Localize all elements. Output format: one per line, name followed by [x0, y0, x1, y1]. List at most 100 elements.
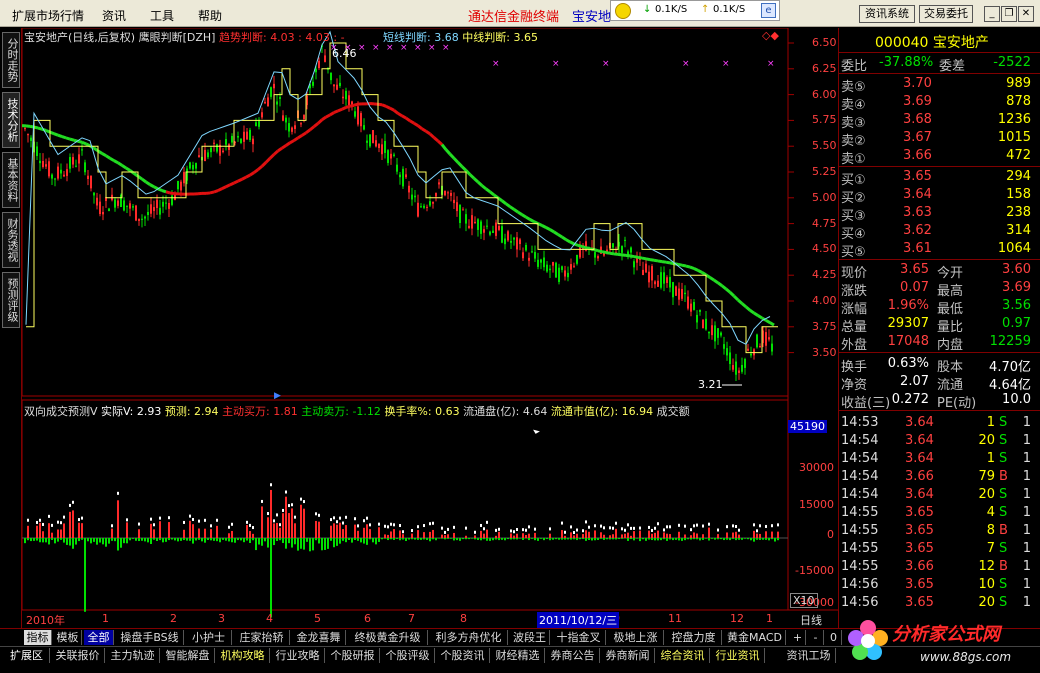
quote-label: 外盘: [841, 338, 868, 353]
indicator-tab[interactable]: 全部: [84, 630, 114, 645]
tab-fundamentals[interactable]: 基本资料: [2, 152, 20, 208]
info-tab[interactable]: 券商新闻: [601, 648, 655, 663]
moving-average-line: [113, 159, 119, 165]
candle-body: [324, 55, 326, 62]
candle-body: [123, 200, 125, 211]
info-tab[interactable]: 行业资讯: [711, 648, 765, 663]
bid-volume: 314: [1006, 223, 1031, 238]
tick-price: 3.65: [905, 541, 934, 556]
volume-bar-down: [318, 538, 320, 544]
indicator-tab[interactable]: 0: [826, 630, 842, 645]
indicator-tab[interactable]: 小护士: [186, 630, 232, 645]
indicator-tab[interactable]: 操盘手BS线: [116, 630, 184, 645]
moving-average-line: [233, 179, 239, 185]
volume-bar-down: [180, 538, 182, 541]
menu-item-news[interactable]: 资讯: [102, 7, 126, 24]
period-label[interactable]: 日线: [800, 612, 822, 628]
info-tab[interactable]: 扩展区: [4, 648, 50, 663]
tab-intraday[interactable]: 分时走势: [2, 32, 20, 88]
browser-icon[interactable]: e: [761, 3, 776, 18]
candle-body: [708, 331, 710, 334]
volume-bar-down: [87, 538, 89, 542]
diamond-icon[interactable]: ◇◆: [762, 29, 779, 42]
info-tab[interactable]: 财经精选: [491, 648, 545, 663]
close-icon[interactable]: ✕: [1018, 6, 1034, 22]
info-tab[interactable]: 智能解盘: [161, 648, 215, 663]
tab-financials[interactable]: 财务透视: [2, 212, 20, 268]
info-tab[interactable]: 资讯工场: [782, 648, 836, 663]
ask-row[interactable]: 卖⑤ 3.70 989: [839, 75, 1033, 95]
menu-item-tools[interactable]: 工具: [150, 7, 174, 24]
indicator-tab[interactable]: 波段王: [510, 630, 550, 645]
candle-body: [555, 262, 557, 278]
kline-chart-area[interactable]: × × × × × × × × × × × × × × × ▶ 宝安地产(日线,后复权) 鹰眼判断[DZH] …: [22, 28, 838, 628]
volume-prediction-mark: [486, 520, 488, 524]
ask-row[interactable]: 卖④ 3.69 878: [839, 93, 1033, 113]
info-tab[interactable]: 行业攻略: [271, 648, 325, 663]
moving-average-line: [413, 121, 419, 127]
info-tab[interactable]: 个股评级: [381, 648, 435, 663]
tab-rating[interactable]: 预测评级: [2, 272, 20, 328]
indicator-tab[interactable]: -: [808, 630, 824, 645]
indicator-tab[interactable]: 十指金叉: [552, 630, 606, 645]
volume-bar-down: [648, 538, 650, 540]
chart-canvas[interactable]: × × × × × × × × ×× × × × × ×▶: [22, 28, 838, 628]
volume-bar-down: [246, 538, 248, 541]
tab-technical[interactable]: 技术分析: [2, 92, 20, 148]
moving-average-line: [417, 124, 423, 131]
restore-icon[interactable]: ❐: [1001, 6, 1017, 22]
menu-item-ext-market[interactable]: 扩展市场行情: [12, 7, 84, 24]
info-tab[interactable]: 机构攻略: [216, 648, 270, 663]
ask-row[interactable]: 卖① 3.66 472: [839, 147, 1033, 167]
divider: [839, 259, 1040, 260]
info-tab[interactable]: 主力轨迹: [106, 648, 160, 663]
indicator-tab[interactable]: 利多方舟优化: [430, 630, 508, 645]
volume-bar-up: [36, 525, 38, 538]
info-tab[interactable]: 券商公告: [546, 648, 600, 663]
candle-body: [396, 164, 398, 172]
indicator-tab[interactable]: +: [790, 630, 806, 645]
info-tab[interactable]: 个股研报: [326, 648, 380, 663]
moving-average-line: [456, 161, 464, 168]
bid-row[interactable]: 买① 3.65 294: [839, 168, 1033, 188]
indicator-tab[interactable]: 模板: [54, 630, 82, 645]
indicator-tab[interactable]: 极地上涨: [608, 630, 664, 645]
info-tab[interactable]: 综合资讯: [656, 648, 710, 663]
bid-row[interactable]: 买③ 3.63 238: [839, 204, 1033, 224]
info-tab[interactable]: 个股资讯: [436, 648, 490, 663]
indicator-tab[interactable]: 控盘力度: [666, 630, 722, 645]
indicator-tab[interactable]: 庄家抬轿: [234, 630, 290, 645]
volume-bar-down: [417, 538, 419, 540]
moving-average-line: [701, 271, 707, 277]
bid-row[interactable]: 买⑤ 3.61 1064: [839, 240, 1033, 260]
news-system-button[interactable]: 资讯系统: [859, 5, 915, 23]
volume-bar-up: [564, 535, 566, 538]
cursor-marker-icon: ▶: [274, 391, 281, 401]
bid-row[interactable]: 买② 3.64 158: [839, 186, 1033, 206]
tick-row: 14:56 3.65 20 S 1: [839, 594, 1033, 612]
minimize-icon[interactable]: _: [984, 6, 1000, 22]
zoom-x10-button[interactable]: X10: [790, 593, 818, 608]
moving-average-line: [225, 183, 231, 189]
volume-bar-up: [216, 525, 218, 538]
volume-bar-down: [27, 538, 29, 541]
bid-price: 3.61: [903, 241, 932, 256]
volume-prediction-mark: [702, 524, 704, 528]
trade-order-button[interactable]: 交易委托: [919, 5, 973, 23]
indicator-tab[interactable]: 终极黄金升级: [348, 630, 428, 645]
moving-average-line: [341, 106, 347, 111]
indicator-tab[interactable]: 黄金MACD: [724, 630, 786, 645]
volume-bar-up: [738, 534, 740, 538]
menu-item-help[interactable]: 帮助: [198, 7, 222, 24]
volume-bar-up: [732, 532, 734, 538]
volume-prediction-mark: [621, 527, 623, 531]
indicator-tab[interactable]: 指标: [24, 630, 52, 645]
info-tab[interactable]: 关联报价: [51, 648, 105, 663]
indicator-tab[interactable]: 金龙喜舞: [292, 630, 346, 645]
volume-prediction-mark: [693, 524, 695, 528]
bid-row[interactable]: 买④ 3.62 314: [839, 222, 1033, 242]
ask-row[interactable]: 卖② 3.67 1015: [839, 129, 1033, 149]
volume-bar-down: [564, 538, 566, 540]
ask-row[interactable]: 卖③ 3.68 1236: [839, 111, 1033, 131]
volume-bar-up: [690, 535, 692, 538]
